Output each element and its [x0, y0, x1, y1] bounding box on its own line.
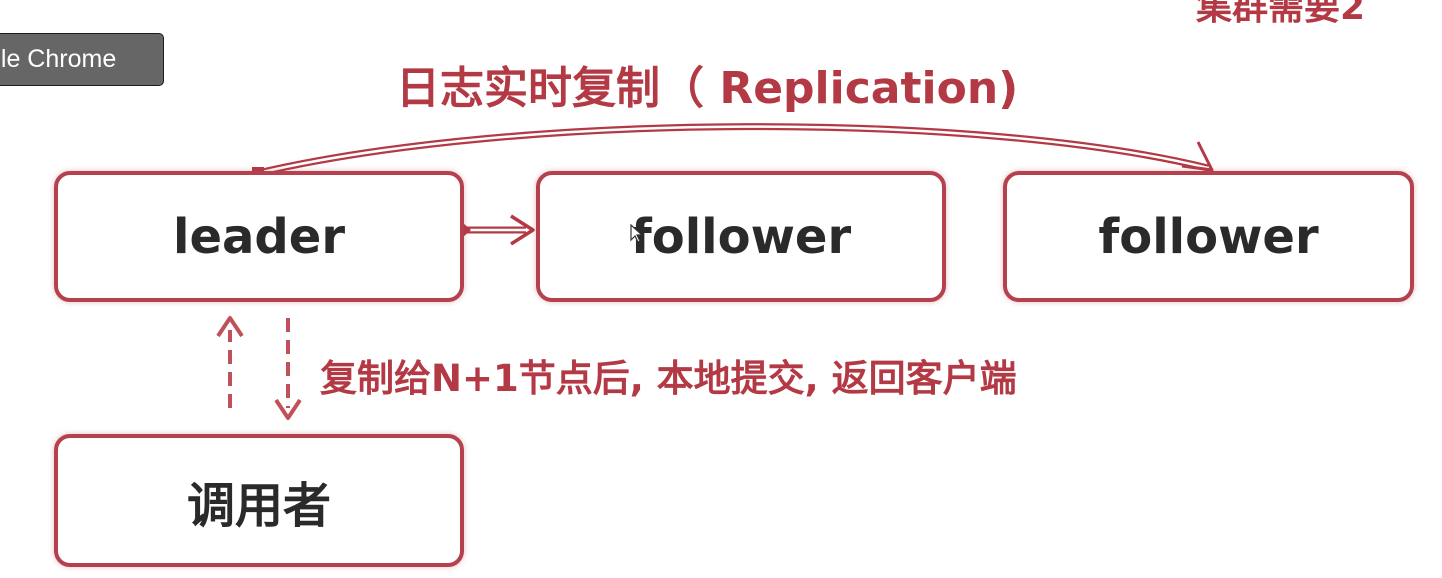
follower-label-1: follower [630, 208, 852, 265]
caller-label: 调用者 [186, 477, 331, 534]
replication-arc [257, 123, 1209, 177]
leader-node: leader [54, 171, 464, 302]
commit-note: 复制给N+1节点后, 本地提交, 返回客户端 [320, 357, 1017, 400]
follower-label-2: follower [1098, 208, 1319, 265]
follower-node-1: follower [536, 171, 946, 302]
leader-label: leader [173, 208, 345, 265]
mouse-cursor-icon [630, 224, 644, 243]
caller-node: 调用者 [54, 434, 464, 567]
follower-node-2: follower [1003, 171, 1414, 302]
